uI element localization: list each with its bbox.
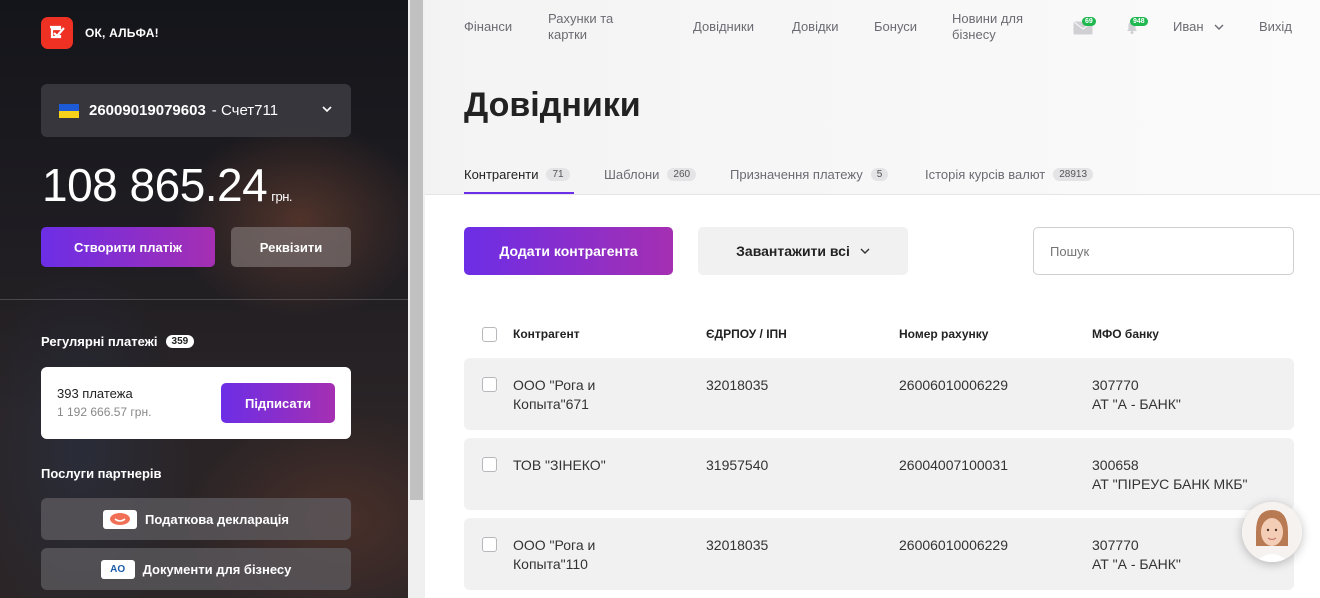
load-all-label: Завантажити всі — [736, 243, 850, 259]
add-counterparty-button[interactable]: Додати контрагента — [464, 227, 673, 275]
load-all-button[interactable]: Завантажити всі — [698, 227, 908, 275]
chevron-down-icon — [322, 106, 332, 113]
bank-mfo: 300658 АТ "ПІРЕУС БАНК МКБ" — [1092, 457, 1248, 492]
chevron-down-icon — [860, 248, 870, 254]
mail-badge: 69 — [1082, 17, 1096, 26]
alfa-logo-icon — [41, 17, 73, 49]
divider — [0, 299, 408, 300]
account-number: 26006010006229 — [899, 377, 1009, 393]
partner-label: Документи для бізнесу — [142, 561, 292, 577]
edrpou-code: 32018035 — [706, 377, 769, 393]
nav-business-news[interactable]: Новини для бізнесу — [952, 11, 1023, 43]
tab-label: Контрагенти — [464, 167, 539, 182]
table-row[interactable]: ТОВ "ЗІНЕКО" 31957540 26004007100031 300… — [464, 438, 1294, 510]
requisites-button[interactable]: Реквізити — [231, 227, 351, 267]
partners-title: Послуги партнерів — [41, 466, 162, 481]
tab-exchange-history[interactable]: Історія курсів валют 28913 — [925, 167, 1094, 182]
bank-mfo: 307770 АТ "А - БАНК" — [1092, 537, 1181, 572]
tab-payment-purpose[interactable]: Призначення платежу 5 — [730, 167, 889, 182]
main-content: Фінанси Рахунки та картки Довідники Дові… — [425, 0, 1320, 598]
logo-text: ОК, АЛЬФА! — [85, 26, 159, 40]
tab-count: 71 — [546, 168, 570, 181]
create-payment-button[interactable]: Створити платіж — [41, 227, 215, 267]
sign-button[interactable]: Підписати — [221, 383, 335, 423]
counterparty-name: ООО "Рога и Копыта"671 — [513, 377, 596, 412]
row-checkbox[interactable] — [482, 537, 497, 552]
sidebar: ОК, АЛЬФА! 26009019079603 - Счет711 108 … — [0, 0, 408, 598]
user-menu[interactable]: Иван — [1173, 19, 1204, 35]
assistant-avatar-icon — [1242, 502, 1302, 562]
logo[interactable]: ОК, АЛЬФА! — [41, 17, 159, 49]
tab-count: 5 — [870, 168, 889, 181]
tab-count: 260 — [667, 168, 697, 181]
tab-templates[interactable]: Шаблони 260 — [604, 167, 697, 182]
account-selector[interactable]: 26009019079603 - Счет711 — [41, 84, 351, 137]
tax-declaration-button[interactable]: Податкова декларація — [41, 498, 351, 540]
balance: 108 865.24 грн. — [42, 158, 292, 212]
nav-directories[interactable]: Довідники — [693, 19, 754, 35]
account-number: 26004007100031 — [899, 457, 1009, 473]
regular-payments-title[interactable]: Регулярні платежі 359 — [41, 334, 195, 349]
bank-mfo: 307770 АТ "А - БАНК" — [1092, 377, 1181, 412]
ukraine-flag-icon — [59, 103, 79, 118]
row-checkbox[interactable] — [482, 377, 497, 392]
tab-counterparties[interactable]: Контрагенти 71 — [464, 167, 570, 182]
nav-references[interactable]: Довідки — [792, 19, 839, 35]
balance-currency: грн. — [271, 189, 292, 204]
account-number: 26009019079603 — [89, 102, 206, 119]
table-row[interactable]: ООО "Рога и Копыта"671 32018035 26006010… — [464, 358, 1294, 430]
payments-count: 393 платежа — [57, 386, 133, 401]
header-edrpou[interactable]: ЄДРПОУ / ІПН — [706, 327, 787, 341]
tabs-divider — [425, 194, 1320, 195]
tab-label: Шаблони — [604, 167, 660, 182]
account-name: - Счет711 — [211, 102, 279, 119]
partner-label: Податкова декларація — [145, 511, 289, 527]
support-chat-button[interactable] — [1242, 502, 1302, 562]
edrpou-code: 32018035 — [706, 537, 769, 553]
tab-count: 28913 — [1053, 168, 1094, 181]
regular-payments-label: Регулярні платежі — [41, 334, 158, 349]
header-account-number[interactable]: Номер рахунку — [899, 327, 988, 341]
nav-finance[interactable]: Фінанси — [464, 19, 512, 35]
counterparty-name: ООО "Рога и Копыта"110 — [513, 537, 596, 572]
table-row[interactable]: ООО "Рога и Копыта"110 32018035 26006010… — [464, 518, 1294, 590]
regular-payments-card: 393 платежа 1 192 666.57 грн. Підписати — [41, 367, 351, 439]
edrpou-code: 31957540 — [706, 457, 769, 473]
regular-payments-count: 359 — [165, 335, 195, 348]
tab-label: Призначення платежу — [730, 167, 863, 182]
payments-sum: 1 192 666.57 грн. — [57, 405, 152, 419]
search-input[interactable] — [1033, 227, 1294, 275]
nav-bonuses[interactable]: Бонуси — [874, 19, 917, 35]
scrollbar-thumb[interactable] — [410, 0, 423, 500]
business-documents-icon: AO — [100, 559, 135, 579]
tab-label: Історія курсів валют — [925, 167, 1046, 182]
account-number: 26006010006229 — [899, 537, 1009, 553]
chevron-down-icon[interactable] — [1214, 23, 1224, 31]
business-documents-button[interactable]: AO Документи для бізнесу — [41, 548, 351, 590]
logout-link[interactable]: Вихід — [1259, 19, 1292, 35]
select-all-checkbox[interactable] — [482, 327, 497, 342]
notifications-badge: 948 — [1130, 17, 1148, 26]
header-mfo[interactable]: МФО банку — [1092, 327, 1159, 341]
row-checkbox[interactable] — [482, 457, 497, 472]
page-title: Довідники — [464, 86, 641, 124]
balance-amount: 108 865.24 — [42, 159, 268, 211]
counterparty-name: ТОВ "ЗІНЕКО" — [513, 457, 606, 473]
header-counterparty[interactable]: Контрагент — [513, 327, 580, 341]
tax-declaration-icon — [103, 509, 138, 529]
nav-accounts-cards[interactable]: Рахунки та картки — [548, 11, 613, 43]
